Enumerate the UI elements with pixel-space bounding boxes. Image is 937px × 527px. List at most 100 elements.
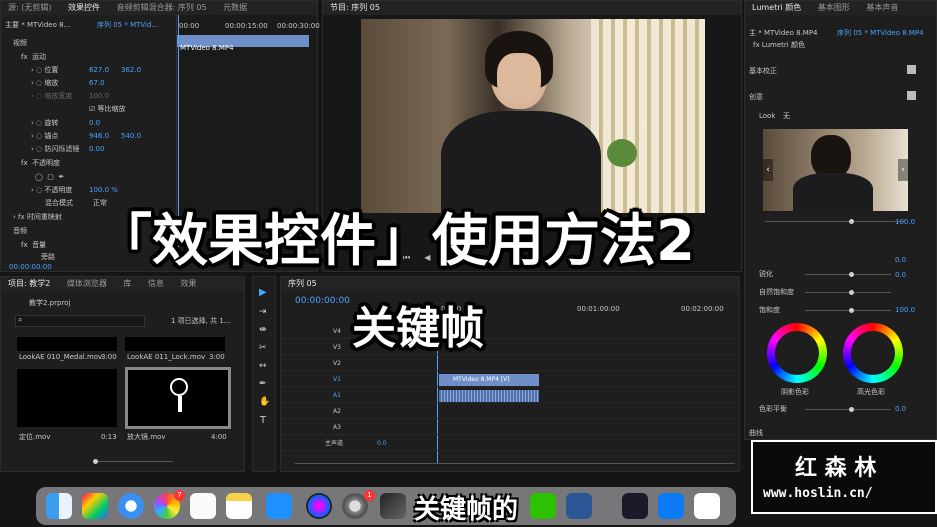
baidu-netdisk-icon[interactable] xyxy=(694,493,720,519)
basic-checkbox[interactable] xyxy=(907,65,916,74)
finder-icon[interactable] xyxy=(46,493,72,519)
project-zoom-slider[interactable] xyxy=(93,461,173,462)
tab-sound[interactable]: 基本声音 xyxy=(859,1,905,15)
value-2[interactable]: 0.0 xyxy=(895,271,906,280)
slip-icon[interactable]: ↔ xyxy=(259,361,267,371)
anchor-x-value[interactable]: 946.0 xyxy=(89,132,109,141)
shadow-tint-wheel[interactable] xyxy=(767,323,827,383)
value-1[interactable]: 0.0 xyxy=(895,256,906,265)
app-store-icon[interactable] xyxy=(266,493,292,519)
tab-metadata[interactable]: 元数据 xyxy=(216,1,254,15)
ec-footer-timecode[interactable]: 00:00:00:00 xyxy=(9,263,52,272)
track-v1[interactable]: V1 MTVideo 8.MP4 [V] xyxy=(281,373,741,387)
media-thumb-3[interactable] xyxy=(17,369,117,427)
bluetooth-icon[interactable] xyxy=(658,493,684,519)
curves-section[interactable]: 曲线 xyxy=(749,429,763,438)
tab-program[interactable]: 节目: 序列 05 xyxy=(323,1,387,15)
video-app-icon[interactable] xyxy=(622,493,648,519)
media-thumb-2[interactable] xyxy=(125,337,225,351)
ec-opacity[interactable]: fx 不透明度 xyxy=(21,159,60,168)
ripple-edit-icon[interactable]: ⇼ xyxy=(259,325,267,335)
media-thumb-4[interactable] xyxy=(125,367,231,429)
tab-library[interactable]: 库 xyxy=(116,277,138,291)
look-dropdown[interactable]: 无 xyxy=(783,112,790,121)
rotation-value[interactable]: 0.0 xyxy=(89,119,100,128)
tab-info[interactable]: 信息 xyxy=(141,277,171,291)
wechat-icon[interactable] xyxy=(530,493,556,519)
razor-icon[interactable]: ✂ xyxy=(259,343,267,353)
ec-timeremap[interactable]: › fx 时间重映射 xyxy=(13,213,62,222)
highlight-tint-wheel[interactable] xyxy=(843,323,903,383)
balance-knob[interactable] xyxy=(849,407,854,412)
balance-slider[interactable] xyxy=(805,409,891,410)
look-prev-arrow[interactable]: ‹ xyxy=(763,159,773,181)
launchpad-icon[interactable] xyxy=(82,493,108,519)
vibrance-knob[interactable] xyxy=(849,290,854,295)
ec-volume[interactable]: fx 音量 xyxy=(21,241,46,250)
saturation-knob[interactable] xyxy=(849,308,854,313)
position-x-value[interactable]: 627.0 xyxy=(89,66,109,75)
timeline-scrollbar[interactable] xyxy=(295,463,735,464)
mask-tools[interactable]: ◯ ▢ ✒ xyxy=(35,173,64,182)
notes-icon[interactable] xyxy=(226,493,252,519)
selection-tool-icon[interactable]: ▶ xyxy=(259,287,267,298)
pen-icon[interactable]: ✒ xyxy=(259,379,267,389)
media-thumb-1[interactable] xyxy=(17,337,117,351)
saturation-slider[interactable] xyxy=(805,310,891,311)
intensity-knob[interactable] xyxy=(849,219,854,224)
position-y-value[interactable]: 362.0 xyxy=(121,66,141,75)
balance-value[interactable]: 0.0 xyxy=(895,405,906,414)
tab-effects[interactable]: 效果 xyxy=(174,277,204,291)
scale-value[interactable]: 67.0 xyxy=(89,79,105,88)
look-preview[interactable]: ‹ › xyxy=(763,129,908,211)
anchor-y-value[interactable]: 540.0 xyxy=(121,132,141,141)
track-a2[interactable]: A2 xyxy=(281,405,741,419)
tab-media-browser[interactable]: 媒体浏览器 xyxy=(60,277,114,291)
master-value[interactable]: 0.0 xyxy=(377,437,387,451)
project-search-input[interactable] xyxy=(15,315,145,327)
track-v4[interactable]: V4 xyxy=(281,325,741,339)
hand-icon[interactable]: ✋ xyxy=(259,397,270,407)
final-cut-icon[interactable] xyxy=(380,493,406,519)
lumetri-fx-name[interactable]: fx Lumetri 颜色 xyxy=(753,41,805,50)
type-icon[interactable]: T xyxy=(260,415,266,426)
v1-clip[interactable]: MTVideo 8.MP4 [V] xyxy=(439,374,539,386)
track-master[interactable]: 主声道 0.0 xyxy=(281,437,741,451)
track-a3[interactable]: A3 xyxy=(281,421,741,435)
sharpen-knob[interactable] xyxy=(849,272,854,277)
sharpen-slider[interactable] xyxy=(805,274,891,275)
timeline-timecode[interactable]: 00:00:00:00 xyxy=(295,297,350,306)
track-v2[interactable]: V2 xyxy=(281,357,741,371)
lumetri-header-seq[interactable]: 序列 05 * MTVideo 8.MP4 xyxy=(837,29,924,38)
word-icon[interactable] xyxy=(566,493,592,519)
tab-sequence[interactable]: 序列 05 xyxy=(281,277,324,291)
safari-icon[interactable] xyxy=(118,493,144,519)
tab-effect-controls[interactable]: 效果控件 xyxy=(61,1,107,15)
lumetri-basic[interactable]: 基本校正 xyxy=(749,67,777,76)
track-v3[interactable]: V3 xyxy=(281,341,741,355)
siri-icon[interactable] xyxy=(306,493,332,519)
project-zoom-knob[interactable] xyxy=(93,459,98,464)
look-next-arrow[interactable]: › xyxy=(898,159,908,181)
antiflicker-value[interactable]: 0.00 xyxy=(89,145,105,154)
intensity-slider[interactable] xyxy=(765,221,905,222)
vibrance-slider[interactable] xyxy=(805,292,891,293)
uniform-scale-checkbox[interactable]: ☑ 等比缩放 xyxy=(89,105,126,114)
intensity-value[interactable]: 100.0 xyxy=(895,218,915,227)
program-video-frame[interactable] xyxy=(361,19,705,213)
ec-clip-bar[interactable]: MTVideo 8.MP4 xyxy=(177,35,309,52)
creative-checkbox[interactable] xyxy=(907,91,916,100)
tab-audio-mixer[interactable]: 音频剪辑混合器: 序列 05 xyxy=(110,1,214,15)
tab-source[interactable]: 源: (无剪辑) xyxy=(1,1,58,15)
reminders-icon[interactable] xyxy=(190,493,216,519)
track-a1[interactable]: A1 xyxy=(281,389,741,403)
track-select-icon[interactable]: ⇥ xyxy=(259,307,267,317)
opacity-value[interactable]: 100.0 % xyxy=(89,186,118,195)
ec-header-seq[interactable]: 序列 05 * MTVid... xyxy=(97,21,158,30)
tab-graphics[interactable]: 基本图形 xyxy=(811,1,857,15)
tab-lumetri[interactable]: Lumetri 颜色 xyxy=(745,1,808,15)
saturation-value[interactable]: 100.0 xyxy=(895,306,915,315)
ec-motion-label[interactable]: fx 运动 xyxy=(21,53,46,62)
tab-project[interactable]: 项目: 教学2 xyxy=(1,277,57,291)
a1-clip[interactable] xyxy=(439,390,539,402)
